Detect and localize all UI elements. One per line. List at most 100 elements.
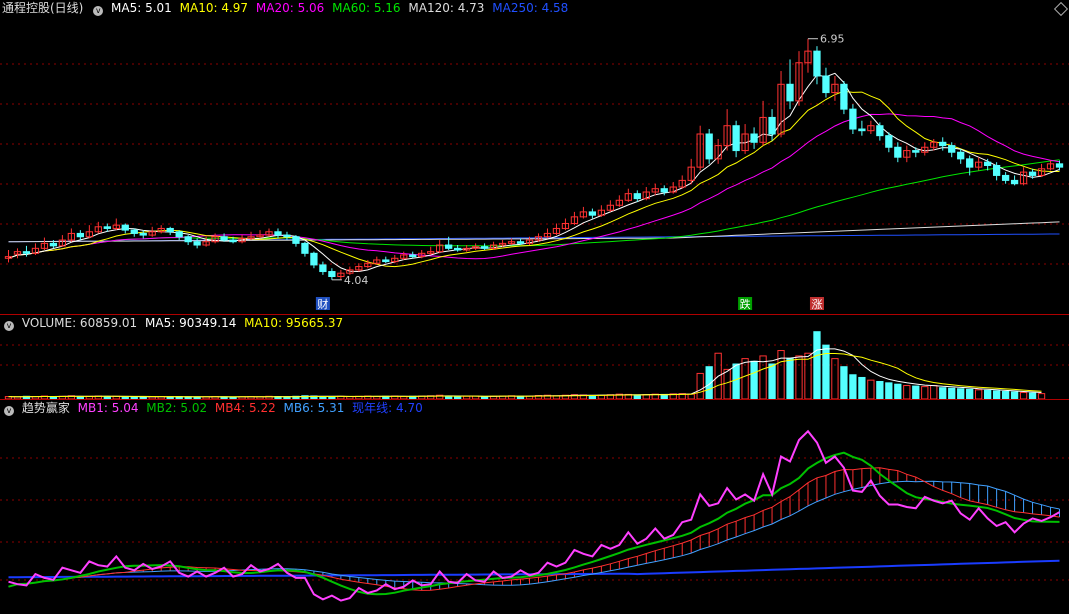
candle-body bbox=[292, 236, 300, 244]
candle-body bbox=[409, 254, 417, 258]
candle-body bbox=[319, 264, 327, 273]
high-price-label: 6.95 bbox=[820, 33, 845, 46]
ma60-line bbox=[8, 159, 1060, 259]
volume-pane[interactable]: v VOLUME: 60859.01 MA5: 90349.14 MA10: 9… bbox=[0, 315, 1069, 399]
candle-body bbox=[858, 128, 866, 132]
candle-body bbox=[992, 164, 1001, 176]
price-chart: 6.95 4.04 财 跌 涨 bbox=[0, 33, 1069, 311]
mb2-label: MB2: 5.02 bbox=[146, 401, 208, 415]
candle-body bbox=[121, 224, 129, 231]
volume-bar bbox=[768, 363, 776, 399]
volume-bar bbox=[894, 383, 902, 399]
collapse-icon[interactable]: v bbox=[93, 6, 104, 16]
candle-body bbox=[220, 236, 228, 241]
volume-bar bbox=[912, 385, 920, 399]
mb6-line bbox=[8, 480, 1060, 588]
ma250-label: MA250: 4.58 bbox=[492, 1, 569, 15]
indicator-chart bbox=[0, 429, 1069, 602]
candle-body bbox=[948, 145, 956, 153]
niannian-label: 现年线: 4.70 bbox=[352, 401, 423, 415]
ma5-label: MA5: 5.01 bbox=[111, 1, 172, 15]
volume-bar bbox=[1010, 391, 1019, 399]
candle-body bbox=[229, 239, 237, 243]
indicator-legend: v 趋势赢家 MB1: 5.04 MB2: 5.02 MB4: 5.22 MB6… bbox=[2, 400, 427, 416]
vol-ma10-label: MA10: 95665.37 bbox=[244, 316, 344, 330]
volume-bar bbox=[786, 358, 794, 399]
candle-body bbox=[301, 242, 309, 254]
ma10-label: MA10: 4.97 bbox=[179, 1, 249, 15]
candle-body bbox=[328, 271, 336, 278]
candle-body bbox=[49, 242, 58, 247]
candle-body bbox=[705, 133, 713, 160]
volume-bar bbox=[975, 389, 983, 399]
candle-body bbox=[382, 259, 390, 263]
volume-bar bbox=[858, 376, 866, 399]
candle-body bbox=[184, 236, 192, 243]
low-price-label: 4.04 bbox=[344, 274, 369, 287]
candle-body bbox=[588, 211, 597, 216]
candle-body bbox=[445, 244, 453, 249]
volume-bar bbox=[849, 374, 857, 399]
candle-body bbox=[633, 193, 641, 200]
volume-bar bbox=[992, 390, 1001, 399]
volume-bar bbox=[759, 355, 767, 399]
candle-body bbox=[103, 226, 111, 229]
candle-body bbox=[885, 135, 893, 148]
candle-body bbox=[139, 232, 147, 236]
candle-body bbox=[939, 141, 947, 147]
candle-body bbox=[1001, 174, 1010, 181]
collapse-icon[interactable]: v bbox=[4, 321, 14, 331]
volume-bar bbox=[750, 360, 758, 399]
indicator-title: 趋势赢家 bbox=[21, 401, 70, 415]
candle-body bbox=[454, 247, 462, 251]
price-legend: 通程控股(日线) v MA5: 5.01 MA10: 4.97 MA20: 5.… bbox=[2, 0, 572, 16]
cai-tag: 财 bbox=[317, 297, 328, 311]
candle-body bbox=[1028, 171, 1037, 176]
collapse-icon[interactable]: v bbox=[4, 406, 14, 416]
candle-body bbox=[283, 234, 291, 238]
candle-body bbox=[660, 188, 668, 193]
volume-bar bbox=[867, 379, 875, 399]
ma20-line bbox=[8, 113, 1060, 260]
candle-body bbox=[130, 229, 138, 234]
candle-body bbox=[957, 151, 965, 160]
candle-body bbox=[166, 227, 174, 233]
volume-bar bbox=[804, 352, 812, 399]
candle-body bbox=[876, 125, 884, 137]
volume-legend: v VOLUME: 60859.01 MA5: 90349.14 MA10: 9… bbox=[2, 315, 347, 331]
candle-body bbox=[849, 108, 857, 130]
stock-title: 通程控股(日线) bbox=[2, 1, 84, 15]
volume-bar bbox=[813, 331, 821, 399]
volume-bar bbox=[696, 372, 704, 399]
volume-bar bbox=[1001, 390, 1010, 399]
volume-label: VOLUME: 60859.01 bbox=[21, 316, 138, 330]
candle-body bbox=[516, 241, 525, 244]
candle-body bbox=[1010, 179, 1019, 185]
volume-bar bbox=[984, 389, 992, 399]
mb6-label: MB6: 5.31 bbox=[283, 401, 345, 415]
price-pane[interactable]: 通程控股(日线) v MA5: 5.01 MA10: 4.97 MA20: 5.… bbox=[0, 0, 1069, 314]
volume-bar bbox=[876, 381, 884, 399]
volume-bar bbox=[885, 382, 893, 399]
candle-body bbox=[76, 232, 84, 238]
mb4-line bbox=[8, 467, 1060, 591]
candle-body bbox=[1055, 163, 1064, 168]
die-tag: 跌 bbox=[740, 297, 751, 311]
volume-bar bbox=[795, 355, 803, 399]
ma5-line bbox=[8, 72, 1060, 273]
mb4-label: MB4: 5.22 bbox=[214, 401, 276, 415]
candle-body bbox=[310, 252, 318, 266]
candle-body bbox=[480, 246, 489, 249]
volume-bar bbox=[732, 363, 740, 399]
volume-bar bbox=[903, 385, 911, 399]
indicator-pane[interactable]: v 趋势赢家 MB1: 5.04 MB2: 5.02 MB4: 5.22 MB6… bbox=[0, 400, 1069, 614]
vol-ma5-label: MA5: 90349.14 bbox=[145, 316, 237, 330]
volume-bar bbox=[966, 388, 974, 399]
candle-body bbox=[274, 231, 282, 236]
volume-bar bbox=[948, 387, 956, 399]
candle-body bbox=[840, 83, 848, 110]
candle-body bbox=[912, 150, 920, 153]
candle-body bbox=[750, 133, 758, 143]
volume-bar bbox=[939, 387, 947, 399]
ma120-label: MA120: 4.73 bbox=[408, 1, 485, 15]
